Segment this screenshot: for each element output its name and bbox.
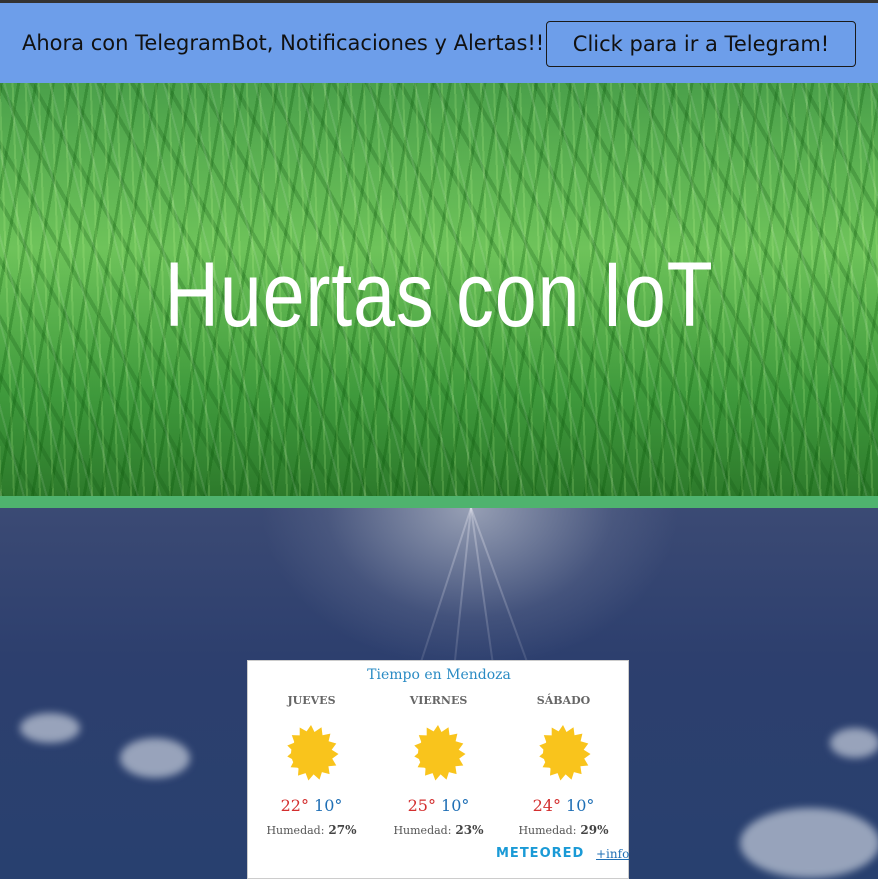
temperatures: 25° 10°: [375, 796, 502, 815]
humidity-label: Humedad:: [266, 824, 325, 837]
sun-icon: [414, 725, 466, 781]
temperatures: 24° 10°: [500, 796, 627, 815]
more-info-link[interactable]: +info: [596, 847, 629, 861]
meteored-logo[interactable]: METEORED: [496, 846, 584, 861]
max-temp: 24°: [532, 796, 561, 815]
day-name: SÁBADO: [536, 694, 591, 707]
cloud: [120, 738, 190, 778]
max-temp: 22°: [280, 796, 309, 815]
day-name: VIERNES: [409, 694, 468, 707]
min-temp: 10°: [566, 796, 595, 815]
humidity-label: Humedad:: [518, 824, 577, 837]
cloud: [20, 713, 80, 743]
min-temp: 10°: [314, 796, 343, 815]
day-name: JUEVES: [287, 694, 336, 707]
sun-icon: [287, 725, 339, 781]
cloud: [830, 728, 878, 758]
temperatures: 22° 10°: [248, 796, 375, 815]
max-temp: 25°: [407, 796, 436, 815]
humidity-label: Humedad:: [393, 824, 452, 837]
min-temp: 10°: [441, 796, 470, 815]
divider-bar: [0, 496, 878, 508]
weather-widget[interactable]: Tiempo en Mendoza JUEVES 22° 10° Humedad…: [247, 660, 629, 879]
cloud: [740, 808, 878, 878]
telegram-banner: Ahora con TelegramBot, Notificaciones y …: [0, 3, 878, 83]
humidity-value: 27%: [328, 823, 357, 837]
humidity-value: 29%: [580, 823, 609, 837]
telegram-button[interactable]: Click para ir a Telegram!: [546, 21, 856, 67]
humidity-value: 23%: [455, 823, 484, 837]
weather-title: Tiempo en Mendoza: [367, 667, 511, 683]
hero-title: Huertas con IoT: [164, 244, 714, 346]
sun-icon: [539, 725, 591, 781]
hero-section: Huertas con IoT: [0, 83, 878, 496]
humidity: Humedad: 27%: [248, 823, 375, 837]
humidity: Humedad: 23%: [375, 823, 502, 837]
banner-text: Ahora con TelegramBot, Notificaciones y …: [22, 31, 545, 55]
humidity: Humedad: 29%: [500, 823, 627, 837]
